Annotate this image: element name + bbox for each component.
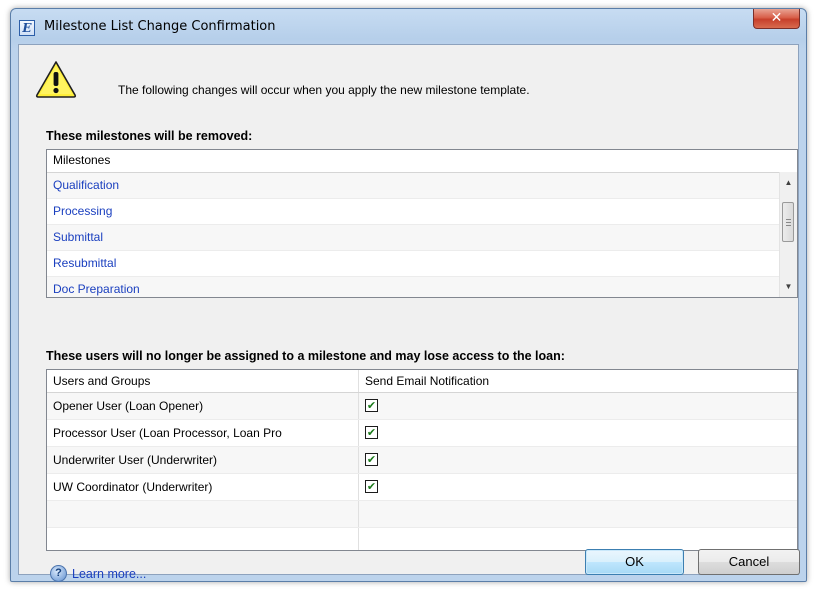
milestone-row[interactable]: Doc Preparation bbox=[47, 277, 797, 297]
user-name-cell: Processor User (Loan Processor, Loan Pro bbox=[47, 420, 359, 446]
ok-button[interactable]: OK bbox=[585, 549, 684, 575]
window-title: Milestone List Change Confirmation bbox=[44, 19, 276, 34]
milestone-row[interactable]: Qualification bbox=[47, 173, 797, 199]
send-email-checkbox[interactable]: ✔ bbox=[365, 479, 378, 493]
send-email-checkbox[interactable]: ✔ bbox=[365, 452, 378, 466]
users-groups-column-header[interactable]: Users and Groups bbox=[47, 370, 359, 392]
warning-icon bbox=[35, 61, 77, 98]
learn-more-link[interactable]: Learn more... bbox=[72, 567, 146, 581]
milestones-list[interactable]: Milestones Qualification Processing Submit… bbox=[46, 149, 798, 298]
scroll-up-arrow-icon[interactable]: ▲ bbox=[780, 174, 797, 191]
user-name-cell: Opener User (Loan Opener) bbox=[47, 393, 359, 419]
scroll-thumb[interactable] bbox=[782, 202, 794, 242]
user-row[interactable]: Underwriter User (Underwriter) ✔ bbox=[47, 447, 797, 474]
intro-message: The following changes will occur when yo… bbox=[118, 83, 530, 97]
help-icon[interactable]: ? bbox=[50, 565, 67, 582]
users-table-header: Users and Groups Send Email Notification bbox=[47, 370, 797, 393]
empty-user-row bbox=[47, 528, 797, 550]
dialog-body: The following changes will occur when yo… bbox=[18, 44, 800, 582]
help-area: ? Learn more... bbox=[50, 565, 146, 582]
title-bar[interactable]: E Milestone List Change Confirmation ✕ bbox=[11, 9, 806, 45]
milestones-column-header[interactable]: Milestones bbox=[47, 150, 797, 173]
milestone-row[interactable]: Processing bbox=[47, 199, 797, 225]
milestone-row[interactable]: Resubmittal bbox=[47, 251, 797, 277]
milestones-scrollbar[interactable]: ▲ ▼ bbox=[779, 172, 797, 297]
send-email-checkbox[interactable]: ✔ bbox=[365, 398, 378, 412]
close-button[interactable]: ✕ bbox=[753, 9, 800, 29]
notify-cell: ✔ bbox=[359, 474, 797, 500]
user-row[interactable]: Opener User (Loan Opener) ✔ bbox=[47, 393, 797, 420]
notify-cell: ✔ bbox=[359, 447, 797, 473]
user-row[interactable]: Processor User (Loan Processor, Loan Pro… bbox=[47, 420, 797, 447]
user-name-cell: Underwriter User (Underwriter) bbox=[47, 447, 359, 473]
empty-user-row bbox=[47, 501, 797, 528]
milestone-row[interactable]: Submittal bbox=[47, 225, 797, 251]
milestones-rows: Qualification Processing Submittal Resubmit… bbox=[47, 173, 797, 297]
email-notification-column-header[interactable]: Send Email Notification bbox=[359, 370, 797, 392]
users-table[interactable]: Users and Groups Send Email Notification… bbox=[46, 369, 798, 551]
user-row[interactable]: UW Coordinator (Underwriter) ✔ bbox=[47, 474, 797, 501]
scroll-down-arrow-icon[interactable]: ▼ bbox=[780, 278, 797, 295]
cancel-button[interactable]: Cancel bbox=[698, 549, 800, 575]
notify-cell: ✔ bbox=[359, 393, 797, 419]
users-rows: Opener User (Loan Opener) ✔ Processor User… bbox=[47, 393, 797, 550]
user-name-cell: UW Coordinator (Underwriter) bbox=[47, 474, 359, 500]
app-logo-icon: E bbox=[19, 20, 35, 36]
send-email-checkbox[interactable]: ✔ bbox=[365, 425, 378, 439]
users-heading: These users will no longer be assigned t… bbox=[46, 349, 565, 363]
notify-cell: ✔ bbox=[359, 420, 797, 446]
dialog-window: E Milestone List Change Confirmation ✕ T… bbox=[10, 8, 807, 582]
removed-milestones-heading: These milestones will be removed: bbox=[46, 129, 253, 143]
